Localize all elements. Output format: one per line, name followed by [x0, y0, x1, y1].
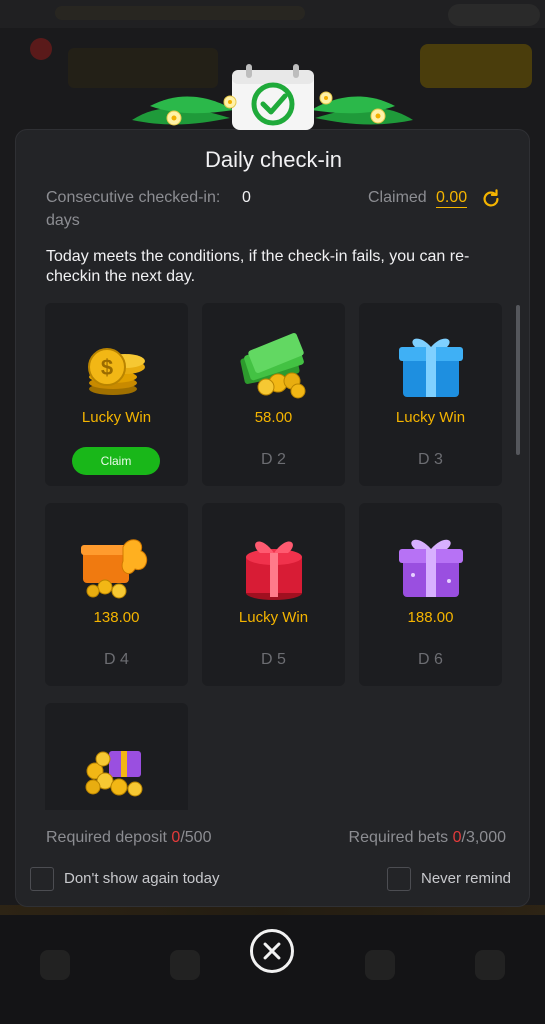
- reward-card-day-3: Lucky Win D 3: [359, 303, 502, 486]
- address-bar: [55, 6, 305, 20]
- purple-gift-icon: [399, 539, 463, 597]
- reward-amount: Lucky Win: [395, 409, 466, 426]
- consecutive-unit: days: [46, 212, 80, 229]
- consecutive-value: 0: [242, 189, 251, 206]
- orange-gift-icon: [81, 539, 148, 599]
- claim-button[interactable]: Claim: [72, 447, 160, 475]
- svg-text:$: $: [101, 355, 113, 380]
- checkin-description: Today meets the conditions, if the check…: [46, 248, 470, 285]
- required-deposit-target: /500: [180, 829, 212, 846]
- claimed-label: Claimed: [368, 189, 427, 206]
- nav-item-icon: [475, 950, 505, 980]
- never-remind-checkbox[interactable]: [387, 867, 411, 891]
- modal-title: Daily check-in: [205, 147, 342, 172]
- day-label: D 6: [418, 651, 443, 668]
- checkin-stats: Consecutive checked-in: 0 days Claimed 0…: [46, 189, 506, 233]
- reward-grid: $ Lucky Win Claim 58.00 D 2 Lucky Win D …: [45, 303, 505, 810]
- required-bets: Required bets 0/3,000: [349, 829, 506, 847]
- close-icon[interactable]: [250, 929, 294, 973]
- reminder-options: Don't show again today Never remind: [30, 867, 517, 891]
- day-label: D 5: [261, 651, 286, 668]
- calendar-check-icon: [132, 64, 413, 130]
- required-deposit: Required deposit 0/500: [46, 829, 211, 847]
- required-bets-label: Required bets: [348, 829, 449, 846]
- reward-amount: 138.00: [93, 609, 140, 626]
- gold-coins-icon: $: [88, 348, 145, 395]
- refresh-icon[interactable]: [480, 188, 502, 210]
- nav-item-icon: [40, 950, 70, 980]
- top-pill: [448, 4, 540, 26]
- required-deposit-label: Required deposit: [46, 829, 167, 846]
- dont-show-label[interactable]: Don't show again today: [64, 870, 219, 887]
- cash-stack-icon: [240, 333, 306, 399]
- deposit-button-bg: [420, 44, 532, 88]
- reward-amount: 58.00: [254, 409, 293, 426]
- reward-card-day-4: 138.00 D 4: [45, 503, 188, 686]
- blue-gift-icon: [399, 338, 463, 397]
- dont-show-checkbox[interactable]: [30, 867, 54, 891]
- day-label: D 3: [418, 451, 443, 468]
- claimed-value[interactable]: 0.00: [436, 189, 468, 208]
- red-gift-icon: [246, 541, 302, 600]
- grid-scrollbar[interactable]: [516, 305, 520, 455]
- reward-amount: Lucky Win: [81, 409, 152, 426]
- never-remind-label[interactable]: Never remind: [421, 870, 511, 887]
- notification-icon: [30, 38, 52, 60]
- nav-item-icon: [365, 950, 395, 980]
- reward-card-day-2: 58.00 D 2: [202, 303, 345, 486]
- required-bets-target: /3,000: [461, 829, 506, 846]
- reward-card-day-5: Lucky Win D 5: [202, 503, 345, 686]
- reward-amount: Lucky Win: [238, 609, 309, 626]
- requirements-row: Required deposit 0/500 Required bets 0/3…: [46, 829, 506, 849]
- required-deposit-current: 0: [171, 829, 181, 846]
- consecutive-label: Consecutive checked-in:: [46, 189, 221, 206]
- nav-item-icon: [170, 950, 200, 980]
- daily-checkin-modal: Daily check-in Consecutive checked-in: 0…: [15, 129, 530, 907]
- day-label: D 4: [104, 651, 129, 668]
- reward-amount: 188.00: [407, 609, 454, 626]
- required-bets-current: 0: [452, 829, 462, 846]
- treasure-gifts-icon: [85, 751, 143, 797]
- reward-card-day-1: $ Lucky Win Claim: [45, 303, 188, 486]
- day-label: D 2: [261, 451, 286, 468]
- reward-card-day-7: [45, 703, 188, 810]
- reward-card-day-6: 188.00 D 6: [359, 503, 502, 686]
